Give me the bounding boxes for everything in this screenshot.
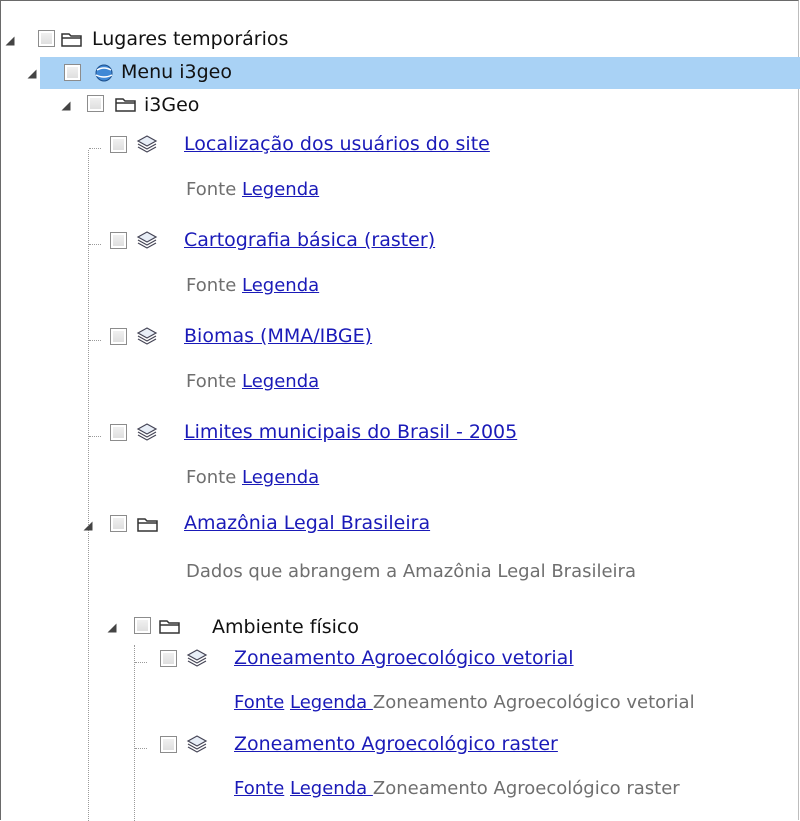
layer-checkbox[interactable] xyxy=(64,64,81,81)
layer-title-link[interactable]: Zoneamento Agroecológico raster xyxy=(234,733,558,755)
legenda-link[interactable]: Legenda xyxy=(290,778,373,799)
tree-node-layer[interactable]: Cartografia básica (raster) xyxy=(0,226,800,258)
legenda-link[interactable]: Legenda xyxy=(242,275,319,296)
layer-meta: Fonte Legenda Zoneamento Agroecológico r… xyxy=(234,778,680,799)
folder-open-icon xyxy=(61,33,82,47)
layer-checkbox[interactable] xyxy=(160,650,177,667)
layer-meta: Fonte Legenda xyxy=(186,371,319,392)
layer-title-link[interactable]: Limites municipais do Brasil - 2005 xyxy=(184,421,517,443)
fonte-label: Fonte xyxy=(186,179,237,200)
group-description: Dados que abrangem a Amazônia Legal Bras… xyxy=(186,561,636,582)
layer-checkbox[interactable] xyxy=(110,328,127,345)
layers-icon xyxy=(136,135,158,153)
layer-meta: Fonte Legenda xyxy=(186,467,319,488)
legenda-link[interactable]: Legenda xyxy=(242,467,319,488)
layer-title-link[interactable]: Cartografia básica (raster) xyxy=(184,229,435,251)
layers-icon xyxy=(186,649,208,667)
legenda-link[interactable]: Legenda xyxy=(242,371,319,392)
layer-checkbox[interactable] xyxy=(160,736,177,753)
collapse-arrow-icon[interactable] xyxy=(61,101,71,111)
folder-open-icon xyxy=(137,518,158,532)
layer-title-link[interactable]: Localização dos usuários do site xyxy=(184,133,490,155)
fonte-link[interactable]: Fonte xyxy=(234,692,284,713)
layer-title-link[interactable]: Biomas (MMA/IBGE) xyxy=(184,325,372,347)
tree-node-lugares-temporarios[interactable]: Lugares temporários xyxy=(0,24,800,56)
layer-checkbox[interactable] xyxy=(110,424,127,441)
layer-checkbox[interactable] xyxy=(110,232,127,249)
tree-node-layer[interactable]: Limites municipais do Brasil - 2005 xyxy=(0,418,800,450)
collapse-arrow-icon[interactable] xyxy=(27,69,37,79)
collapse-arrow-icon[interactable] xyxy=(5,36,15,46)
layer-description: Zoneamento Agroecológico raster xyxy=(372,778,680,799)
legenda-link[interactable]: Legenda xyxy=(242,179,319,200)
fonte-link[interactable]: Fonte xyxy=(234,778,284,799)
layer-title-link[interactable]: Zoneamento Agroecológico vetorial xyxy=(234,647,574,669)
node-label: Ambiente físico xyxy=(212,616,359,638)
folder-open-icon xyxy=(115,98,136,112)
tree-node-i3geo[interactable]: i3Geo xyxy=(0,89,800,121)
node-label: i3Geo xyxy=(144,94,200,116)
fonte-label: Fonte xyxy=(186,275,237,296)
globe-icon xyxy=(95,64,113,82)
layer-checkbox[interactable] xyxy=(110,515,127,532)
layers-icon xyxy=(136,231,158,249)
layer-meta: Fonte Legenda xyxy=(186,179,319,200)
legenda-link[interactable]: Legenda xyxy=(290,692,373,713)
node-label: Menu i3geo xyxy=(121,61,232,83)
tree-node-menu-i3geo[interactable]: Menu i3geo xyxy=(27,57,800,89)
tree-node-layer[interactable]: Biomas (MMA/IBGE) xyxy=(0,322,800,354)
layer-meta: Fonte Legenda Zoneamento Agroecológico v… xyxy=(234,692,695,713)
layer-checkbox[interactable] xyxy=(134,617,151,634)
group-title-link[interactable]: Amazônia Legal Brasileira xyxy=(184,512,430,534)
tree-node-ambiente-fisico[interactable]: Ambiente físico xyxy=(0,611,800,643)
layer-checkbox[interactable] xyxy=(87,95,104,112)
layer-checkbox[interactable] xyxy=(110,136,127,153)
layers-icon xyxy=(136,423,158,441)
folder-open-icon xyxy=(159,620,180,634)
tree-node-layer[interactable]: Localização dos usuários do site xyxy=(0,130,800,162)
tree-node-layer[interactable]: Zoneamento Agroecológico vetorial xyxy=(0,644,800,676)
layer-meta: Fonte Legenda xyxy=(186,275,319,296)
layer-description: Zoneamento Agroecológico vetorial xyxy=(372,692,695,713)
tree-node-layer[interactable]: Zoneamento Agroecológico raster xyxy=(0,730,800,762)
collapse-arrow-icon[interactable] xyxy=(83,521,93,531)
node-label: Lugares temporários xyxy=(92,28,289,50)
fonte-label: Fonte xyxy=(186,467,237,488)
collapse-arrow-icon[interactable] xyxy=(107,623,117,633)
layers-icon xyxy=(186,735,208,753)
layer-checkbox[interactable] xyxy=(38,30,55,47)
layers-icon xyxy=(136,327,158,345)
fonte-label: Fonte xyxy=(186,371,237,392)
tree-node-amazonia[interactable]: Amazônia Legal Brasileira xyxy=(0,509,800,541)
